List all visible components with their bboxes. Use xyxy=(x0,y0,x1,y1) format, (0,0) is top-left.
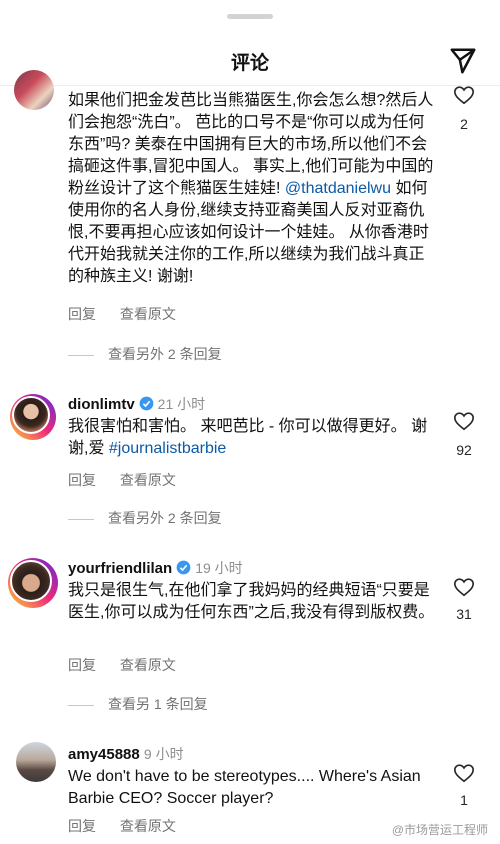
avatar[interactable] xyxy=(8,558,58,608)
watermark: @市场营运工程师 xyxy=(391,823,488,837)
username[interactable]: yourfriendlilan xyxy=(68,560,172,577)
comment-header: dionlimtv 21 小时 xyxy=(68,394,205,414)
send-icon[interactable] xyxy=(448,46,478,76)
heart-icon[interactable] xyxy=(453,762,475,784)
header-divider xyxy=(0,85,500,86)
timestamp: 9 小时 xyxy=(143,746,184,762)
hashtag-link[interactable]: #journalistbarbie xyxy=(109,440,226,457)
see-translation-button[interactable]: 查看原文 xyxy=(120,306,176,322)
like-count: 31 xyxy=(456,606,472,622)
verified-badge-icon xyxy=(176,560,191,575)
avatar[interactable] xyxy=(14,70,54,110)
comment-actions: 回复 查看原文 xyxy=(68,816,196,836)
see-translation-button[interactable]: 查看原文 xyxy=(120,657,176,673)
comment-actions: 回复 查看原文 xyxy=(68,470,196,490)
avatar[interactable] xyxy=(16,742,56,782)
comment-actions: 回复 查看原文 xyxy=(68,304,196,324)
like-count: 92 xyxy=(456,442,472,458)
view-replies-button[interactable]: 查看另 1 条回复 xyxy=(68,694,208,714)
comment-actions: 回复 查看原文 xyxy=(68,655,196,675)
heart-icon[interactable] xyxy=(453,84,475,106)
avatar[interactable] xyxy=(10,394,56,440)
comment-header: amy45888 9 小时 xyxy=(68,744,184,764)
timestamp: 19 小时 xyxy=(195,560,243,576)
page-title: 评论 xyxy=(230,53,269,74)
comment-header: yourfriendlilan 19 小时 xyxy=(68,558,243,578)
timestamp: 21 小时 xyxy=(157,396,206,412)
like-count: 1 xyxy=(460,792,468,808)
view-replies-button[interactable]: 查看另外 2 条回复 xyxy=(68,344,222,364)
see-translation-button[interactable]: 查看原文 xyxy=(120,472,176,488)
drag-handle[interactable] xyxy=(227,14,273,19)
reply-button[interactable]: 回复 xyxy=(68,818,96,834)
username[interactable]: amy45888 xyxy=(68,746,140,763)
like-count: 2 xyxy=(460,116,468,132)
heart-icon[interactable] xyxy=(453,576,475,598)
comment-text: We don't have to be stereotypes.... Wher… xyxy=(68,768,421,807)
comment-text: 如果他们把金发芭比当熊猫医生,你会怎么想?然后人们会抱怨“洗白”。 芭比的口号不… xyxy=(68,92,434,285)
username[interactable]: dionlimtv xyxy=(68,396,135,413)
comment-text: 我很害怕和害怕。 来吧芭比 - 你可以做得更好。 谢谢,爱 #journalis… xyxy=(68,418,428,457)
reply-button[interactable]: 回复 xyxy=(68,472,96,488)
see-translation-button[interactable]: 查看原文 xyxy=(120,818,176,834)
verified-badge-icon xyxy=(139,396,154,411)
reply-button[interactable]: 回复 xyxy=(68,657,96,673)
comment-text: 我只是很生气,在他们拿了我妈妈的经典短语“只要是医生,你可以成为任何东西”之后,… xyxy=(68,582,435,621)
view-replies-button[interactable]: 查看另外 2 条回复 xyxy=(68,508,222,528)
heart-icon[interactable] xyxy=(453,410,475,432)
reply-button[interactable]: 回复 xyxy=(68,306,96,322)
mention-link[interactable]: @thatdanielwu xyxy=(285,180,391,197)
